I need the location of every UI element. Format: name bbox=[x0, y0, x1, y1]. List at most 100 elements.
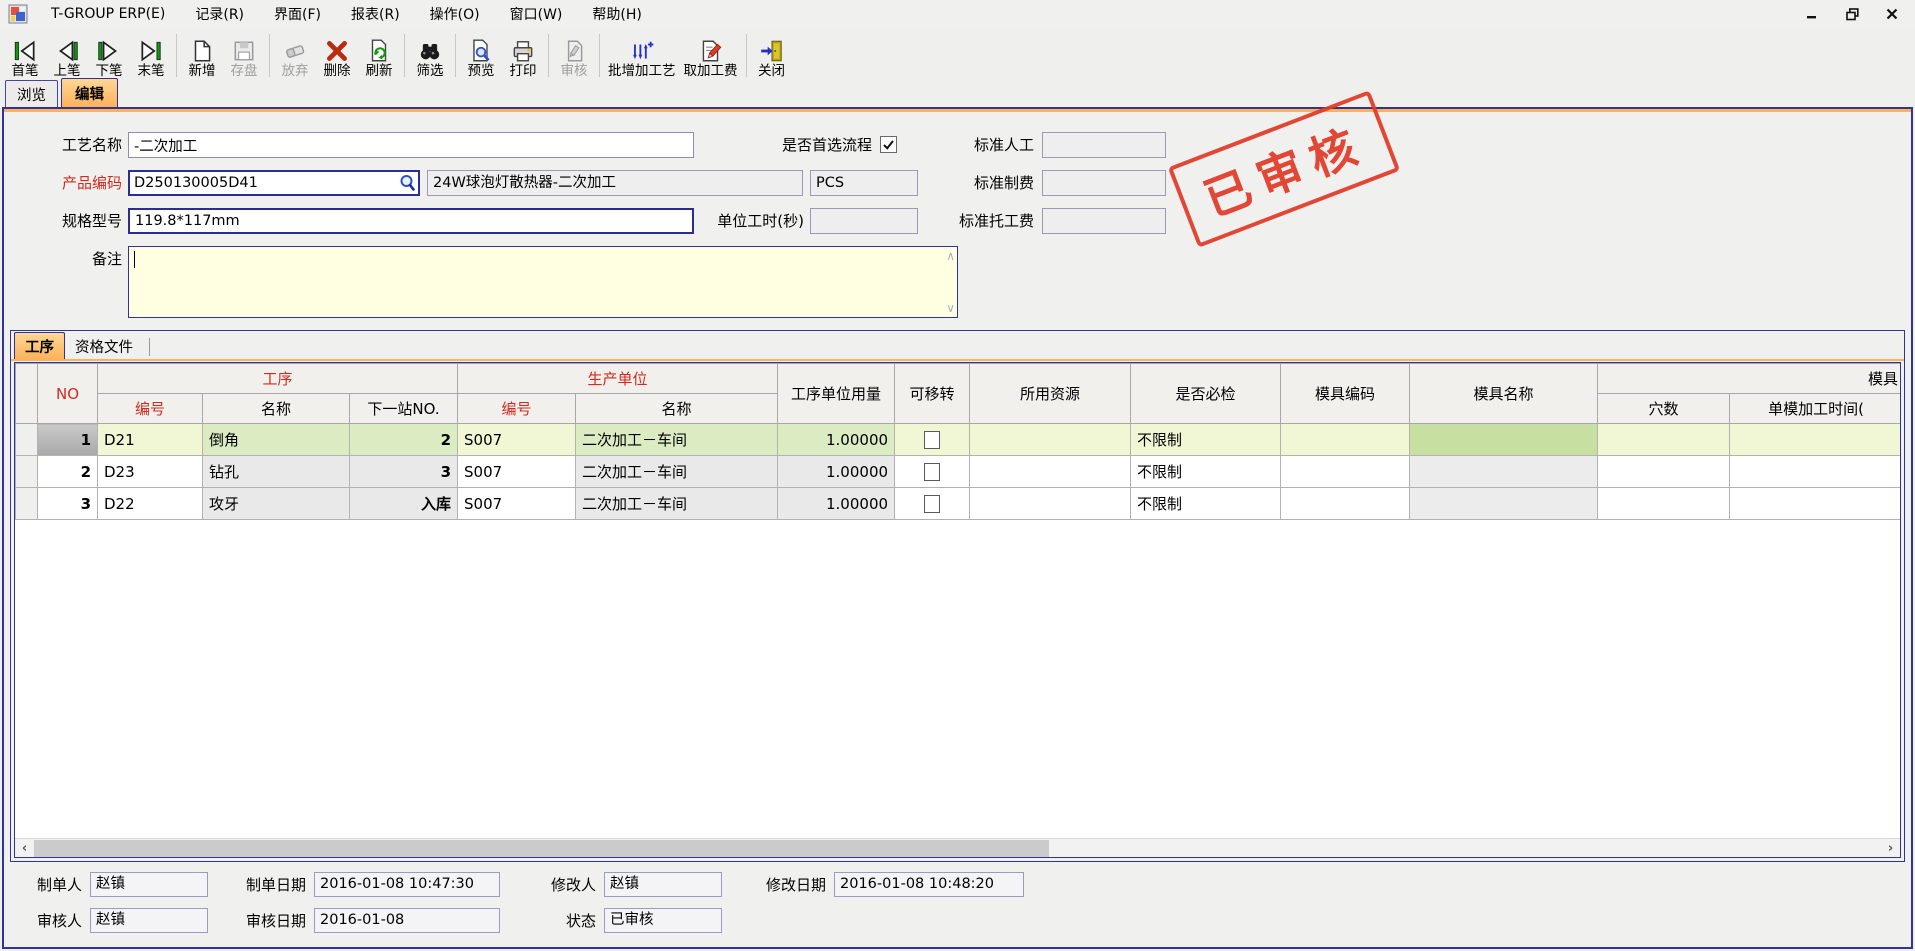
cell-mold-time[interactable] bbox=[1730, 424, 1901, 456]
cell-must-inspect[interactable]: 不限制 bbox=[1131, 456, 1281, 488]
cell-mold-time[interactable] bbox=[1730, 456, 1901, 488]
toolbar-button-last[interactable]: 末笔 bbox=[130, 29, 172, 80]
remarks-scroll-up[interactable]: ∧ bbox=[946, 251, 955, 261]
spec-model-input[interactable] bbox=[128, 208, 694, 234]
cell-mold-code[interactable] bbox=[1281, 424, 1410, 456]
product-lookup-button[interactable] bbox=[396, 172, 418, 194]
cell-next-station[interactable]: 3 bbox=[350, 456, 458, 488]
toolbar-button-audit[interactable]: 审核 bbox=[553, 29, 595, 80]
cell-unit-usage[interactable]: 1.00000 bbox=[778, 488, 895, 520]
minimize-button[interactable] bbox=[1805, 7, 1819, 21]
cell-cavities[interactable] bbox=[1598, 456, 1730, 488]
cell-process-code[interactable]: D22 bbox=[98, 488, 203, 520]
cell-no[interactable]: 1 bbox=[38, 424, 98, 456]
cell-resources[interactable] bbox=[970, 424, 1131, 456]
cell-mold-time[interactable] bbox=[1730, 488, 1901, 520]
hscroll-left-arrow[interactable]: ‹ bbox=[15, 839, 34, 858]
header-row-groups: NO 工序 生产单位 工序单位用量 可移转 所用资源 是否必检 模具编码 模具名… bbox=[16, 364, 1902, 394]
cell-no[interactable]: 2 bbox=[38, 456, 98, 488]
tab-qualification-docs[interactable]: 资格文件 bbox=[65, 333, 143, 359]
cell-unit-code[interactable]: S007 bbox=[458, 488, 576, 520]
menu-item-app[interactable]: T-GROUP ERP(E) bbox=[36, 3, 180, 25]
row-selector[interactable] bbox=[16, 456, 38, 488]
first-record-icon bbox=[12, 38, 38, 64]
hscroll-thumb[interactable] bbox=[34, 840, 1049, 857]
toolbar-button-save[interactable]: 存盘 bbox=[223, 29, 265, 80]
close-form-icon bbox=[759, 38, 785, 64]
modify-date-label: 修改日期 bbox=[738, 872, 826, 898]
cell-no[interactable]: 3 bbox=[38, 488, 98, 520]
tab-process-steps[interactable]: 工序 bbox=[14, 332, 65, 359]
toolbar-separator bbox=[455, 34, 456, 77]
menu-item-reports[interactable]: 报表(R) bbox=[336, 1, 415, 27]
product-name-field: 24W球泡灯散热器-二次加工 bbox=[427, 170, 803, 196]
toolbar-button-next[interactable]: 下笔 bbox=[88, 29, 130, 80]
toolbar-button-label: 打印 bbox=[510, 64, 537, 79]
toolbar-button-batch-add-process[interactable]: 批增加工艺 bbox=[604, 29, 680, 80]
row-selector[interactable] bbox=[16, 488, 38, 520]
toolbar-button-refresh[interactable]: 刷新 bbox=[358, 29, 400, 80]
menu-item-interface[interactable]: 界面(F) bbox=[259, 1, 336, 27]
header-must-inspect: 是否必检 bbox=[1131, 364, 1281, 424]
header-unit-code: 编号 bbox=[458, 394, 576, 424]
cell-must-inspect[interactable]: 不限制 bbox=[1131, 488, 1281, 520]
batch-add-process-icon bbox=[629, 38, 655, 64]
menu-item-help[interactable]: 帮助(H) bbox=[577, 1, 656, 27]
cell-unit-name[interactable]: 二次加工－车间 bbox=[576, 488, 778, 520]
cell-cavities[interactable] bbox=[1598, 424, 1730, 456]
remarks-textarea[interactable] bbox=[129, 247, 957, 317]
product-code-input[interactable] bbox=[130, 172, 396, 194]
cell-unit-usage[interactable]: 1.00000 bbox=[778, 424, 895, 456]
menu-item-operations[interactable]: 操作(O) bbox=[415, 1, 495, 27]
process-name-input[interactable] bbox=[128, 132, 694, 158]
hscroll-right-arrow[interactable]: › bbox=[1881, 839, 1900, 858]
cell-unit-code[interactable]: S007 bbox=[458, 424, 576, 456]
cell-process-name[interactable]: 攻牙 bbox=[203, 488, 350, 520]
cell-process-code[interactable]: D23 bbox=[98, 456, 203, 488]
cell-unit-name[interactable]: 二次加工－车间 bbox=[576, 456, 778, 488]
toolbar-button-print[interactable]: 打印 bbox=[502, 29, 544, 80]
row-selector[interactable] bbox=[16, 424, 38, 456]
cell-next-station[interactable]: 2 bbox=[350, 424, 458, 456]
cell-mold-name[interactable] bbox=[1410, 488, 1598, 520]
cell-unit-name[interactable]: 二次加工－车间 bbox=[576, 424, 778, 456]
toolbar-button-discard[interactable]: 放弃 bbox=[274, 29, 316, 80]
menu-item-window[interactable]: 窗口(W) bbox=[495, 1, 578, 27]
cell-mold-name[interactable] bbox=[1410, 456, 1598, 488]
cell-cavities[interactable] bbox=[1598, 488, 1730, 520]
cell-mold-code[interactable] bbox=[1281, 456, 1410, 488]
toolbar-button-first[interactable]: 首笔 bbox=[4, 29, 46, 80]
toolbar-button-new[interactable]: 新增 bbox=[181, 29, 223, 80]
cell-resources[interactable] bbox=[970, 456, 1131, 488]
cell-process-name[interactable]: 倒角 bbox=[203, 424, 350, 456]
prev-record-icon bbox=[54, 38, 80, 64]
toolbar-button-prev[interactable]: 上笔 bbox=[46, 29, 88, 80]
close-button[interactable] bbox=[1885, 7, 1899, 21]
toolbar-button-filter[interactable]: 筛选 bbox=[409, 29, 451, 80]
cell-mold-name[interactable] bbox=[1410, 424, 1598, 456]
toolbar-button-preview[interactable]: 预览 bbox=[460, 29, 502, 80]
auditor-field: 赵镇 bbox=[90, 908, 208, 933]
cell-process-code[interactable]: D21 bbox=[98, 424, 203, 456]
menu-item-records[interactable]: 记录(R) bbox=[180, 1, 259, 27]
transferable-checkbox[interactable] bbox=[924, 463, 940, 481]
cell-resources[interactable] bbox=[970, 488, 1131, 520]
cell-must-inspect[interactable]: 不限制 bbox=[1131, 424, 1281, 456]
cell-process-name[interactable]: 钻孔 bbox=[203, 456, 350, 488]
cell-unit-usage[interactable]: 1.00000 bbox=[778, 456, 895, 488]
toolbar-button-close[interactable]: 关闭 bbox=[751, 29, 793, 80]
transferable-checkbox[interactable] bbox=[924, 431, 940, 449]
cell-mold-code[interactable] bbox=[1281, 488, 1410, 520]
cell-next-station[interactable]: 入库 bbox=[350, 488, 458, 520]
tab-browse[interactable]: 浏览 bbox=[5, 80, 58, 107]
auditor-label: 审核人 bbox=[14, 908, 82, 934]
audit-icon bbox=[561, 38, 587, 64]
toolbar-button-delete[interactable]: 删除 bbox=[316, 29, 358, 80]
cell-unit-code[interactable]: S007 bbox=[458, 456, 576, 488]
transferable-checkbox[interactable] bbox=[924, 495, 940, 513]
restore-button[interactable] bbox=[1845, 7, 1859, 21]
remarks-scroll-down[interactable]: ∨ bbox=[946, 303, 955, 313]
toolbar-button-get-processing-fee[interactable]: 取加工费 bbox=[680, 29, 742, 80]
tab-edit[interactable]: 编辑 bbox=[61, 78, 118, 107]
header-cavities: 穴数 bbox=[1598, 394, 1730, 424]
